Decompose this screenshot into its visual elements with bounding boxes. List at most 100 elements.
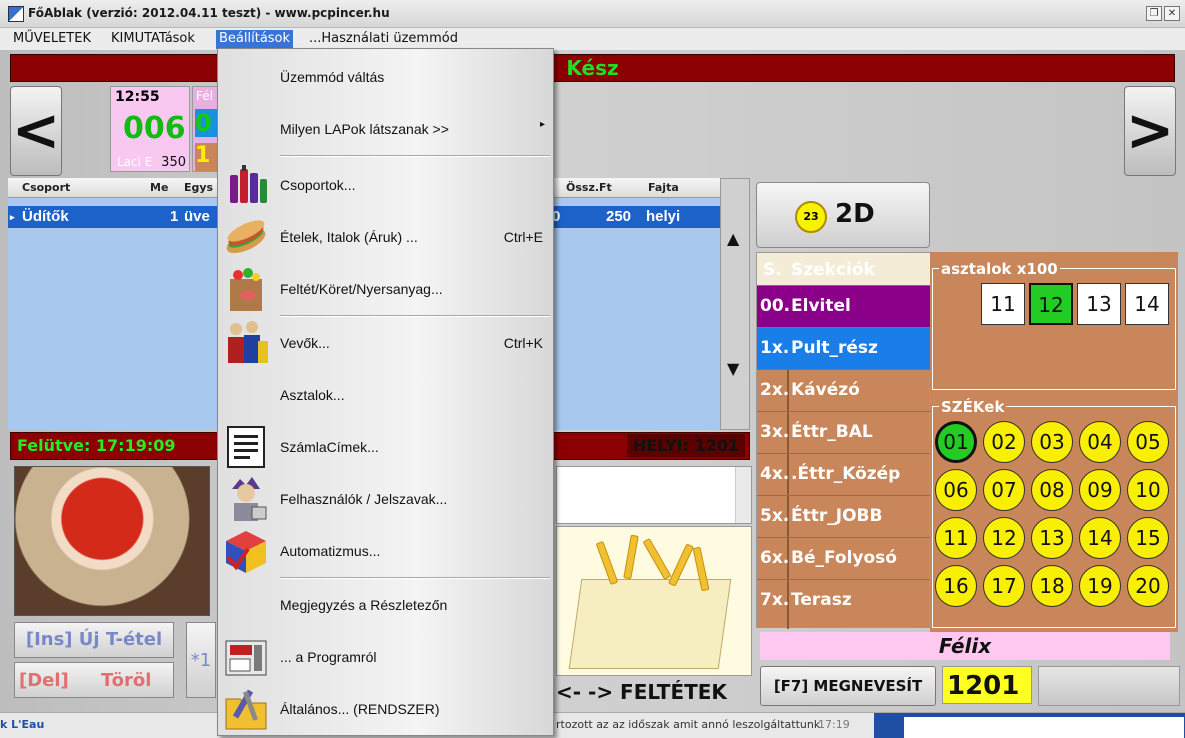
seat-14[interactable]: 14 xyxy=(1079,517,1121,559)
col-ossz[interactable]: Össz.Ft xyxy=(566,181,612,194)
menu-bar: MŰVELETEK KIMUTATások Beállítások ...Has… xyxy=(0,28,1185,50)
seat-02[interactable]: 02 xyxy=(983,421,1025,463)
order-card[interactable]: 12:55 006 Laci E 350 xyxy=(110,86,190,172)
section-label: Éttr_JOBB xyxy=(791,506,883,526)
card2-line1: Fél xyxy=(196,89,213,103)
seat-07[interactable]: 07 xyxy=(983,469,1025,511)
menu-item-szamlacimek[interactable]: SzámlaCímek... xyxy=(218,421,553,473)
menu-item-label: SzámlaCímek... xyxy=(280,439,379,455)
menu-item-programrol[interactable]: ... a Programról xyxy=(218,631,553,683)
seat-04[interactable]: 04 xyxy=(1079,421,1121,463)
status-text: Kész xyxy=(566,56,619,80)
table-layout-icon: 23 xyxy=(795,201,827,233)
menu-item-etelek-italok[interactable]: Ételek, Italok (Áruk) ... Ctrl+E xyxy=(218,211,553,263)
scroll-down-icon[interactable]: ▼ xyxy=(727,359,739,378)
menu-item-milyen-lapok[interactable]: Milyen LAPok látszanak >> ▸ xyxy=(218,103,553,155)
col-egys[interactable]: Egys xyxy=(184,181,213,194)
user-icon xyxy=(222,475,270,523)
seat-18[interactable]: 18 xyxy=(1031,565,1073,607)
background-window-strip: k L'Eau rtozott az az időszak amit annó … xyxy=(0,712,1185,738)
col-me[interactable]: Me xyxy=(150,181,168,194)
seats-title: SZÉKek xyxy=(939,398,1007,416)
order-time: 12:55 xyxy=(115,89,160,105)
seat-13[interactable]: 13 xyxy=(1031,517,1073,559)
scroll-up-icon[interactable]: ▲ xyxy=(727,229,739,248)
section-pult-resz[interactable]: 1x. Pult_rész xyxy=(757,327,931,369)
menu-item-label: Üzemmód váltás xyxy=(280,69,385,85)
section-ettr-kozep[interactable]: 4x. .Éttr_Közép xyxy=(757,453,931,495)
menu-item-vevok[interactable]: Vevők... Ctrl+K xyxy=(218,317,553,369)
section-num: 6x. xyxy=(760,548,790,568)
delete-button[interactable]: [Del] Töröl xyxy=(14,662,174,698)
restore-button[interactable]: ❐ xyxy=(1146,6,1162,21)
menu-item-megjegyzes[interactable]: Megjegyzés a Részletezőn xyxy=(218,579,553,631)
view-2d-button[interactable]: 23 2D xyxy=(756,182,930,248)
seat-05[interactable]: 05 xyxy=(1127,421,1169,463)
menu-hasznalati-uzemmod[interactable]: ...Használati üzemmód xyxy=(306,30,461,49)
menu-item-asztalok[interactable]: Asztalok... xyxy=(218,369,553,421)
cube-icon xyxy=(222,527,270,575)
next-button[interactable]: > xyxy=(1124,86,1176,176)
close-button[interactable]: ✕ xyxy=(1164,6,1180,21)
menu-beallitasok[interactable]: Beállítások xyxy=(216,30,294,49)
table-button-11[interactable]: 11 xyxy=(981,283,1025,325)
table-button-14[interactable]: 14 xyxy=(1125,283,1169,325)
topping-photo xyxy=(556,526,752,676)
delete-key-label: [Del] xyxy=(19,670,69,691)
seat-09[interactable]: 09 xyxy=(1079,469,1121,511)
col-csoport[interactable]: Csoport xyxy=(22,181,70,194)
section-ettr-jobb[interactable]: 5x. Éttr_JOBB xyxy=(757,495,931,537)
section-ettr-bal[interactable]: 3x. Éttr_BAL xyxy=(757,411,931,453)
section-kavezo[interactable]: 2x. Kávézó xyxy=(757,369,931,411)
menu-item-automatizmus[interactable]: Automatizmus... xyxy=(218,525,553,577)
menu-item-label: Vevők... xyxy=(280,335,330,351)
seat-15[interactable]: 15 xyxy=(1127,517,1169,559)
seat-12[interactable]: 12 xyxy=(983,517,1025,559)
menu-item-altalanos[interactable]: Általános... (RENDSZER) xyxy=(218,683,553,735)
seat-03[interactable]: 03 xyxy=(1031,421,1073,463)
prev-button[interactable]: < xyxy=(10,86,62,176)
menu-item-felhasznalok[interactable]: Felhasználók / Jelszavak... xyxy=(218,473,553,525)
menu-item-label: Milyen LAPok látszanak >> xyxy=(280,121,449,137)
col-fajta[interactable]: Fajta xyxy=(648,181,679,194)
section-num: 2x. xyxy=(760,380,790,400)
section-terasz[interactable]: 7x. Terasz xyxy=(757,579,931,621)
table-button-13[interactable]: 13 xyxy=(1077,283,1121,325)
multiplier-button[interactable]: *1 xyxy=(186,622,216,698)
feltetek-label[interactable]: <- -> FELTÉTEK xyxy=(556,678,752,706)
menu-muveletek[interactable]: MŰVELETEK xyxy=(10,30,94,49)
menu-kimutatasok[interactable]: KIMUTATások xyxy=(108,30,198,49)
felutve-label: Felütve: 17:19:09 xyxy=(17,436,176,455)
table-button-12[interactable]: 12 xyxy=(1029,283,1073,325)
note-scrollbar[interactable] xyxy=(735,467,751,523)
seat-17[interactable]: 17 xyxy=(983,565,1025,607)
menu-item-feltet-koret[interactable]: Feltét/Köret/Nyersanyag... xyxy=(218,263,553,315)
menu-item-label: Általános... (RENDSZER) xyxy=(280,701,440,717)
note-textarea[interactable] xyxy=(556,466,752,524)
seat-19[interactable]: 19 xyxy=(1079,565,1121,607)
grid-scroll-pane[interactable]: ▲ ▼ xyxy=(720,178,750,430)
section-label: Elvitel xyxy=(791,296,851,316)
section-be-folyoso[interactable]: 6x. Bé_Folyosó xyxy=(757,537,931,579)
seat-16[interactable]: 16 xyxy=(935,565,977,607)
menu-item-csoportok[interactable]: Csoportok... xyxy=(218,159,553,211)
settings-dropdown-menu: Üzemmód váltás Milyen LAPok látszanak >>… xyxy=(217,48,554,736)
megnevesit-button[interactable]: [F7] MEGNEVESÍT xyxy=(760,666,936,706)
seat-11[interactable]: 11 xyxy=(935,517,977,559)
seat-10[interactable]: 10 xyxy=(1127,469,1169,511)
order-user: Laci E xyxy=(117,155,153,169)
seat-08[interactable]: 08 xyxy=(1031,469,1073,511)
delete-label: Töröl xyxy=(101,670,152,691)
seat-06[interactable]: 06 xyxy=(935,469,977,511)
seat-20[interactable]: 20 xyxy=(1127,565,1169,607)
sections-header-num: S. xyxy=(763,260,782,280)
seat-01[interactable]: 01 xyxy=(935,421,977,463)
new-item-button[interactable]: [Ins] Új T-étel xyxy=(14,622,174,658)
background-link[interactable]: k L'Eau xyxy=(0,718,44,731)
card2-line2: 0 xyxy=(195,109,217,137)
cell-csoport: Üdítők xyxy=(22,208,69,225)
section-elvitel[interactable]: 00. Elvitel xyxy=(757,285,931,327)
menu-item-uzemmod-valtas[interactable]: Üzemmód váltás xyxy=(218,51,553,103)
order-card-2[interactable]: Fél 0 1 xyxy=(192,86,218,172)
menu-item-label: Ételek, Italok (Áruk) ... xyxy=(280,229,418,245)
